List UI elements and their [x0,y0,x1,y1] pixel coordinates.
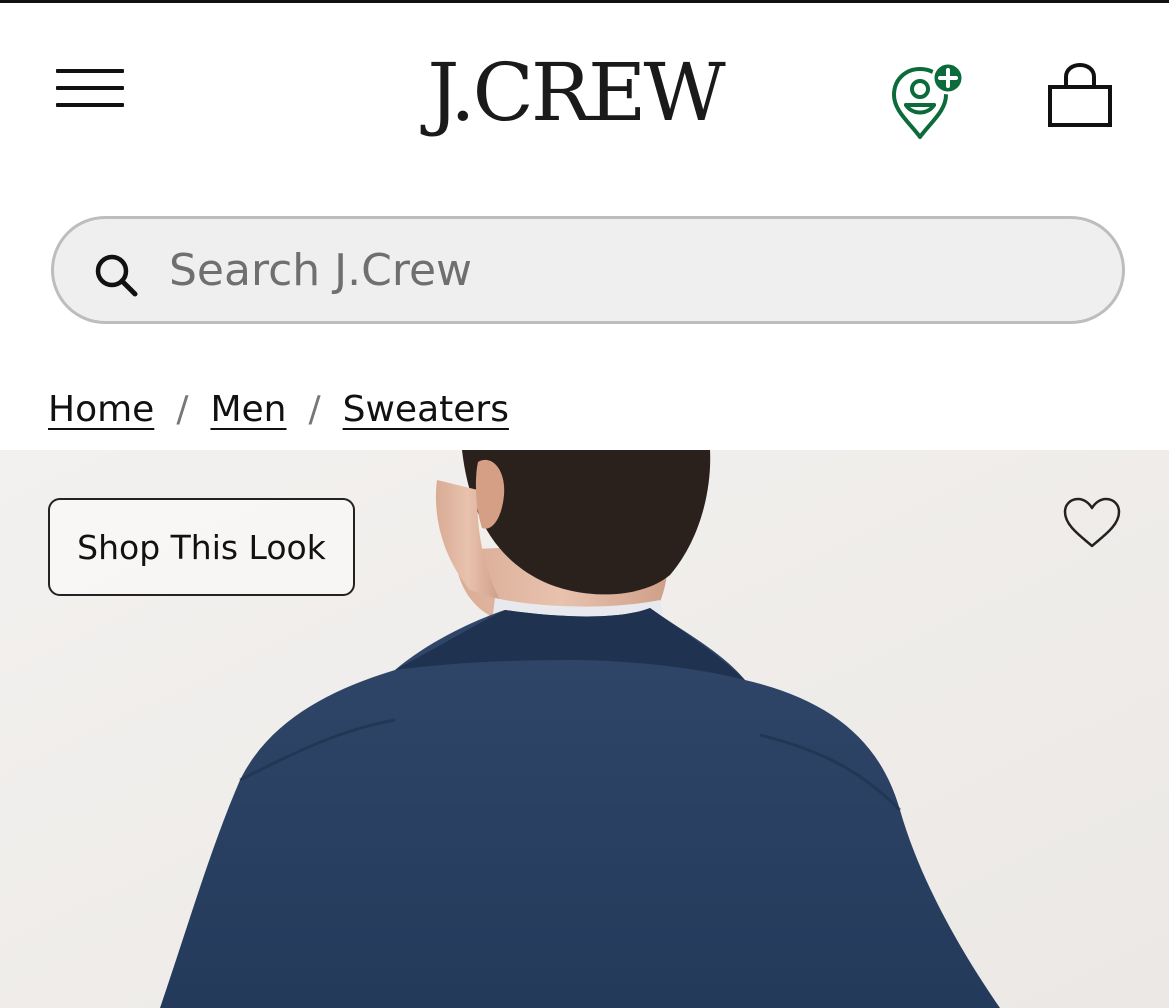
search-icon [95,254,138,297]
search-bar[interactable] [51,216,1125,324]
shop-this-look-button[interactable]: Shop This Look [48,498,355,596]
menu-line [56,69,124,73]
breadcrumb: Home / Men / Sweaters [48,384,509,434]
brand-logo[interactable]: J.CREW [395,43,755,143]
site-header: J.CREW [0,3,1169,183]
breadcrumb-separator: / [176,388,189,430]
breadcrumb-separator: / [308,388,321,430]
breadcrumb-home[interactable]: Home [48,389,154,430]
menu-line [56,86,124,90]
breadcrumb-sweaters[interactable]: Sweaters [343,389,509,430]
search-input[interactable] [169,237,1069,303]
product-hero-image[interactable]: Shop This Look [0,450,1169,1008]
menu-line [56,103,124,107]
heart-outline-icon[interactable] [1062,496,1122,550]
menu-button[interactable] [56,67,124,113]
rewards-icon[interactable] [888,61,970,141]
breadcrumb-men[interactable]: Men [210,389,286,430]
shopping-bag-icon[interactable] [1046,61,1114,131]
